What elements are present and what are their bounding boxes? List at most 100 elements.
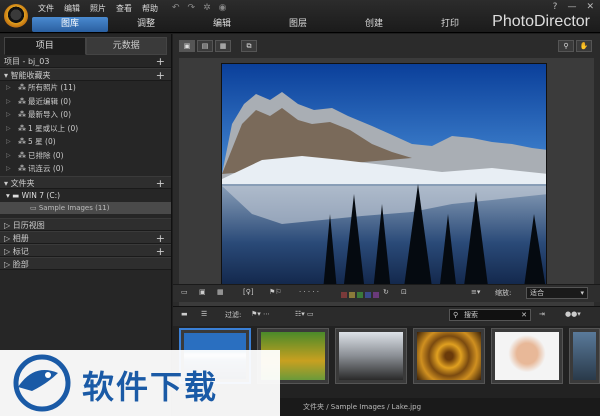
redo-icon[interactable]: ↷: [188, 3, 196, 13]
tab-library[interactable]: 图库: [32, 17, 108, 32]
menu-photo[interactable]: 照片: [90, 3, 106, 14]
side-by-side-icon[interactable]: ▣: [199, 288, 206, 300]
section-label: 相册: [12, 233, 29, 243]
right-tools: ⚲ ✋: [558, 40, 592, 52]
color-labels: [341, 292, 379, 298]
section-arrow-icon: ▷: [4, 246, 13, 256]
list-item[interactable]: ▷ ⁂ 已排除 (0): [0, 149, 171, 163]
thumbnail-portrait[interactable]: [491, 328, 563, 384]
five-star-icon: ⁂: [18, 137, 26, 146]
color-label-blue[interactable]: [365, 292, 371, 298]
main-photo[interactable]: [221, 63, 547, 301]
settings-icon[interactable]: ✲: [203, 3, 211, 13]
expand-arrow-icon: ▷: [6, 84, 11, 91]
thumbnail-city[interactable]: [335, 328, 407, 384]
section-arrow-icon: ▷: [4, 259, 13, 269]
tab-metadata[interactable]: 元数据: [85, 37, 167, 55]
section-label: 标记: [12, 246, 29, 256]
add-project-icon[interactable]: +: [156, 55, 165, 68]
item-label: 所有照片 (11): [28, 83, 76, 92]
import-icon[interactable]: ⇥: [539, 310, 545, 322]
folders-header[interactable]: ▾ 文件夹 +: [0, 175, 171, 190]
undo-icon[interactable]: ↶: [172, 3, 180, 13]
grid-view-button[interactable]: ▦: [215, 40, 231, 52]
calendar-section[interactable]: ▷ 日历视图: [0, 217, 171, 231]
brand-name: PhotoDirector: [492, 13, 590, 30]
tab-edit[interactable]: 编辑: [184, 17, 260, 32]
tab-project[interactable]: 项目: [4, 37, 86, 55]
menu-file[interactable]: 文件: [38, 3, 54, 14]
color-label-purple[interactable]: [373, 292, 379, 298]
section-arrow-icon: ▷: [4, 233, 13, 243]
tags-section[interactable]: ▷ 标记 +: [0, 243, 171, 258]
city-thumbnail-image: [339, 332, 403, 380]
expand-arrow-icon: ▷: [6, 151, 11, 159]
close-button[interactable]: ✕: [586, 2, 594, 12]
item-label: 最近编辑 (0): [28, 96, 72, 106]
folder-item-selected[interactable]: ▭ Sample Images (11): [0, 201, 171, 214]
smart-collection-list: ▷ ⁂ 所有照片 (11) ▷ ⁂ 最近编辑 (0) ▷ ⁂ 最新导入 (0) ▷ ⁂ 1 星或…: [0, 81, 171, 176]
portrait-thumbnail-image: [495, 332, 559, 380]
search-input[interactable]: ⚲ 搜索 ✕: [449, 309, 531, 321]
compare-view-button[interactable]: ▤: [197, 40, 213, 52]
detail-view-icon[interactable]: ☰: [201, 310, 207, 322]
color-label-red[interactable]: [341, 292, 347, 298]
sort-order-icon[interactable]: ☷▾ ▭: [295, 310, 314, 322]
single-view-button[interactable]: ▣: [179, 40, 195, 52]
thumbnail-next[interactable]: [569, 328, 600, 384]
smart-collections-header[interactable]: ▾ 智能收藏夹 +: [0, 68, 171, 82]
list-item[interactable]: ▷ ⁂ 所有照片 (11): [0, 81, 171, 95]
faces-section[interactable]: ▷ 脸部: [0, 256, 171, 270]
list-view-icon[interactable]: ▬: [181, 310, 188, 322]
color-label-green[interactable]: [357, 292, 363, 298]
fullscreen-button[interactable]: ⧉: [241, 40, 257, 52]
hand-tool-icon[interactable]: ✋: [576, 40, 592, 52]
face-tag-icon[interactable]: [♀]: [243, 288, 254, 300]
flag-filter-icon[interactable]: ⚑▾ ⋯: [251, 310, 270, 322]
multi-photo-icon[interactable]: ▦: [217, 288, 224, 300]
zoom-select[interactable]: 适合 ▾: [526, 287, 588, 299]
watermark-text: 软件下载: [82, 368, 219, 406]
crop-icon[interactable]: ⊡: [401, 288, 407, 300]
menu-help[interactable]: 帮助: [142, 3, 158, 14]
drive-label: WIN 7 (C:): [21, 190, 61, 200]
rotate-icon[interactable]: ↻: [383, 288, 389, 300]
list-item[interactable]: ▷ ⁂ 最近编辑 (0): [0, 95, 171, 109]
clear-icon[interactable]: ✕: [521, 310, 527, 320]
menu-edit[interactable]: 编辑: [64, 3, 80, 14]
list-item[interactable]: ▷ ⁂ 5 星 (0): [0, 135, 171, 149]
item-label: 讯连云 (0): [28, 164, 64, 173]
zoom-tool-icon[interactable]: ⚲: [558, 40, 574, 52]
add-folder-icon[interactable]: +: [156, 177, 165, 190]
list-item[interactable]: ▷ ⁂ 最新导入 (0): [0, 108, 171, 122]
project-row[interactable]: 项目 - bj_03 +: [0, 55, 171, 68]
undo-redo-group: ↶ ↷ ✲ ◉: [172, 3, 227, 13]
minimize-button[interactable]: —: [567, 2, 576, 12]
single-photo-icon[interactable]: ▭: [181, 288, 188, 300]
zoom-label: 缩放:: [495, 289, 512, 297]
rating-dots[interactable]: · · · · ·: [299, 288, 319, 300]
item-label: 已排除 (0): [28, 150, 64, 160]
rejected-icon: ⁂: [18, 150, 26, 160]
lake-photo-image: [222, 64, 546, 300]
list-item[interactable]: ▷ ⁂ 1 星或以上 (0): [0, 122, 171, 136]
expand-arrow-icon: ▷: [6, 111, 11, 118]
list-item[interactable]: ▷ ⁂ 讯连云 (0): [0, 162, 171, 176]
albums-section[interactable]: ▷ 相册 +: [0, 230, 171, 245]
help-button[interactable]: ?: [553, 2, 558, 12]
tab-create[interactable]: 创建: [336, 17, 412, 32]
tab-adjust[interactable]: 调整: [108, 17, 184, 32]
color-label-yellow[interactable]: [349, 292, 355, 298]
window-controls: ? — ✕: [553, 2, 594, 12]
tab-layers[interactable]: 图层: [260, 17, 336, 32]
sort-icon[interactable]: ≡▾: [471, 288, 480, 300]
share-icon[interactable]: ●●▾: [565, 310, 581, 322]
section-arrow-icon: ▷: [4, 220, 13, 230]
flag-icon[interactable]: ⚑⚐: [269, 288, 282, 300]
drive-item[interactable]: ▾ ▬ WIN 7 (C:): [0, 189, 171, 202]
notification-icon[interactable]: ◉: [219, 3, 227, 13]
tab-print[interactable]: 打印: [412, 17, 488, 32]
search-placeholder: 搜索: [464, 311, 478, 319]
thumbnail-spiral[interactable]: [413, 328, 485, 384]
menu-view[interactable]: 查看: [116, 3, 132, 14]
